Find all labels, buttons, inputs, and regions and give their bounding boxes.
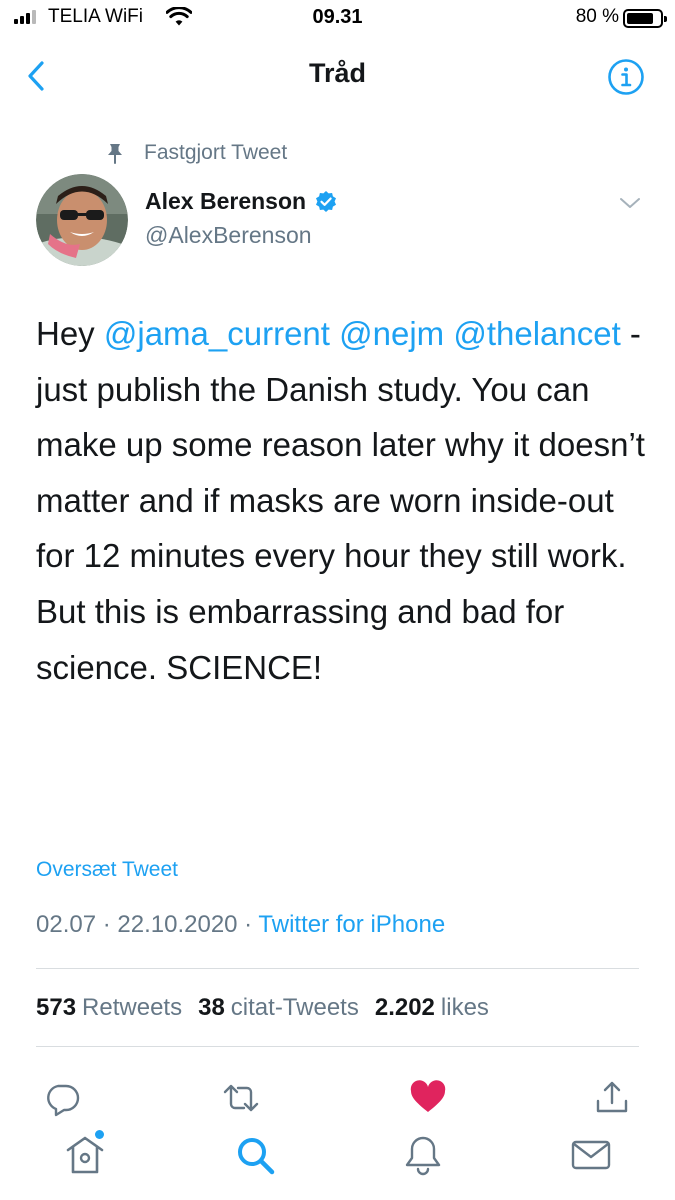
retweet-icon[interactable] — [221, 1078, 261, 1118]
likes-stat[interactable]: 2.202 likes — [375, 994, 489, 1022]
pinned-indicator: Fastgjort Tweet — [104, 140, 287, 166]
divider — [36, 968, 639, 969]
meta-separator: · — [237, 911, 259, 938]
author-handle[interactable]: @AlexBerenson — [145, 222, 312, 249]
page-title: Tråd — [308, 58, 367, 88]
pinned-label: Fastgjort Tweet — [144, 141, 288, 164]
info-button[interactable] — [607, 58, 645, 96]
quote-tweets-stat[interactable]: 38 citat-Tweets — [198, 994, 359, 1022]
tweet-source-link[interactable]: Twitter for iPhone — [258, 911, 445, 938]
share-icon[interactable] — [592, 1078, 632, 1118]
tweet-time: 02.07 — [36, 911, 97, 938]
tweet-actions — [0, 1078, 675, 1118]
chevron-down-icon[interactable] — [614, 190, 646, 216]
mention-link[interactable]: @jama_current — [104, 315, 330, 352]
notifications-icon[interactable] — [400, 1132, 446, 1178]
status-bar: TELIA WiFi 09.31 80 % — [0, 0, 675, 40]
divider — [36, 1046, 639, 1047]
tweet-text: Hey @jama_current @nejm @thelancet - jus… — [36, 306, 646, 695]
home-notification-dot — [95, 1130, 104, 1139]
translate-tweet-link[interactable]: Oversæt Tweet — [36, 858, 178, 882]
tweet-text-body: - just publish the Danish study. You can… — [36, 315, 645, 686]
battery-icon — [623, 9, 667, 28]
battery-percentage: 80 % — [575, 6, 619, 27]
quote-tweets-count: 38 — [198, 994, 225, 1021]
status-time: 09.31 — [312, 6, 363, 28]
retweets-label: Retweets — [82, 994, 183, 1021]
retweets-stat[interactable]: 573 Retweets — [36, 994, 182, 1022]
tweet-stats: 573 Retweets 38 citat-Tweets 2.202 likes — [36, 994, 505, 1022]
avatar[interactable] — [36, 174, 128, 266]
tab-bar — [0, 1130, 675, 1182]
navigation-bar: Tråd — [0, 44, 675, 108]
verified-badge-icon — [316, 190, 337, 212]
tweet-text-intro: Hey — [36, 315, 104, 352]
mention-link[interactable]: @nejm — [339, 315, 444, 352]
mention-link[interactable]: @thelancet — [453, 315, 620, 352]
retweets-count: 573 — [36, 994, 77, 1021]
like-icon[interactable] — [408, 1078, 448, 1118]
likes-label: likes — [440, 994, 489, 1021]
tweet-date: 22.10.2020 — [117, 911, 238, 938]
home-icon[interactable] — [62, 1132, 108, 1178]
author-name-row: Alex Berenson — [145, 188, 338, 215]
meta-separator: · — [96, 911, 118, 938]
likes-count: 2.202 — [374, 994, 435, 1021]
tweet-meta: 02.07 · 22.10.2020 · Twitter for iPhone — [36, 911, 445, 939]
author-name[interactable]: Alex Berenson — [145, 188, 306, 215]
reply-icon[interactable] — [42, 1078, 82, 1118]
search-icon[interactable] — [232, 1132, 278, 1178]
quote-tweets-label: citat-Tweets — [230, 994, 359, 1021]
pin-icon — [108, 144, 122, 164]
messages-icon[interactable] — [568, 1132, 614, 1178]
